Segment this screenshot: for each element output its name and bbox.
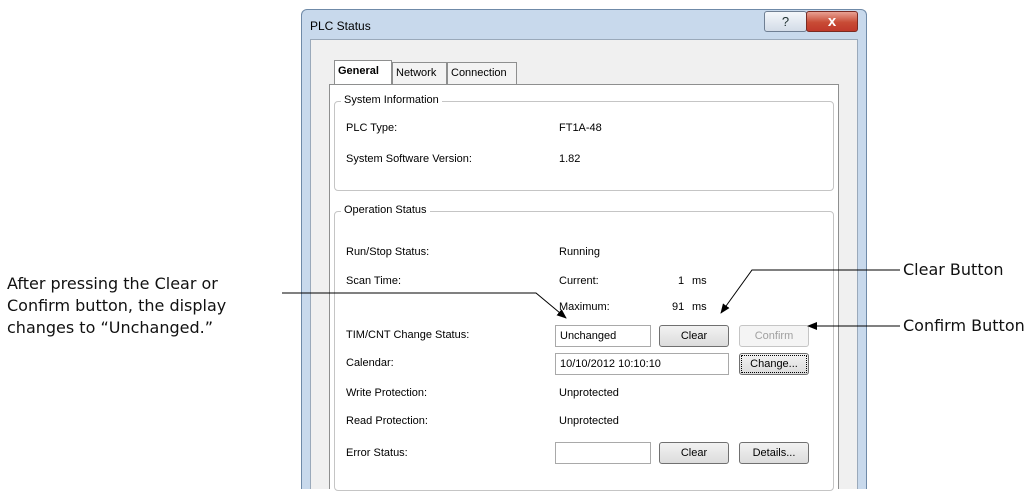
- unchanged-callout-line: [282, 292, 567, 319]
- callout-lines: [282, 269, 900, 330]
- clear-button-callout-line: [720, 269, 900, 314]
